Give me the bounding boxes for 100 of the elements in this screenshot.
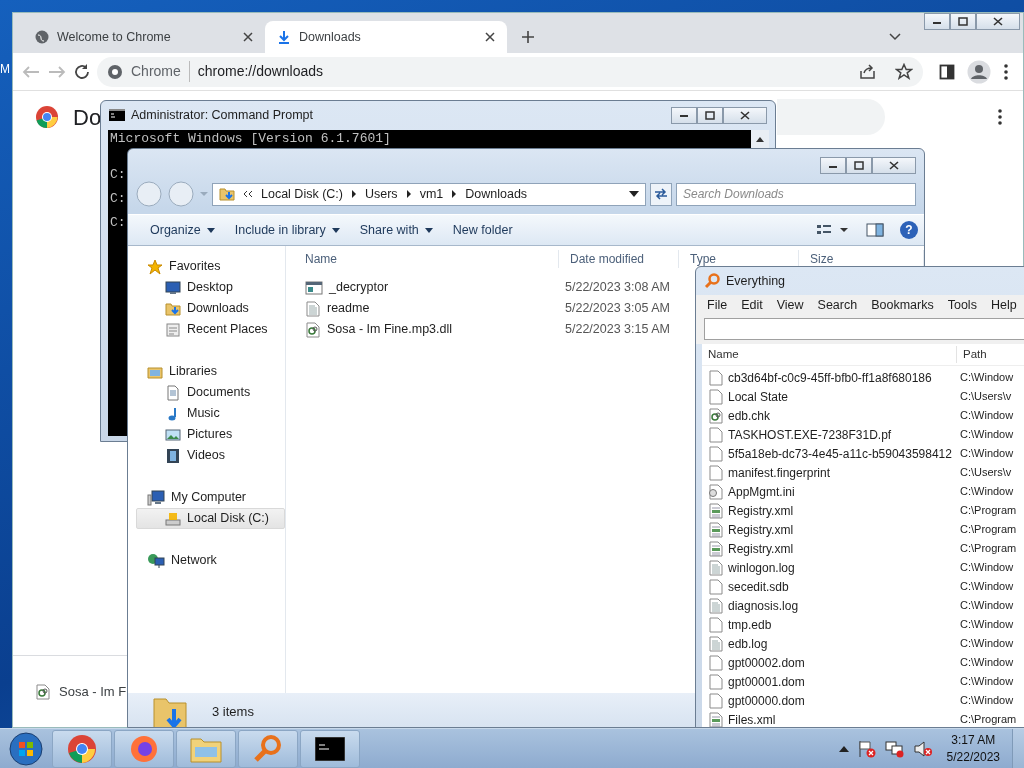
file-name[interactable]: edb.chk xyxy=(728,406,771,425)
file-name[interactable]: diagnosis.log xyxy=(728,596,799,615)
toolbar-button[interactable]: New folder xyxy=(444,216,521,244)
menu-item[interactable]: File xyxy=(700,295,735,315)
file-name[interactable]: _decryptor xyxy=(329,278,389,297)
profile-avatar-icon[interactable] xyxy=(967,59,991,84)
browser-tab[interactable]: Downloads xyxy=(265,21,507,53)
file-name[interactable]: gpt00001.dom xyxy=(728,672,805,691)
maximize-button[interactable] xyxy=(846,157,872,174)
star-outline-icon[interactable] xyxy=(895,62,913,81)
close-icon[interactable] xyxy=(485,32,495,42)
flag-error-icon[interactable] xyxy=(856,739,877,758)
chrome-logo-icon xyxy=(35,105,59,129)
address-bar[interactable]: Local Disk (C:) Users vm1 Downloads xyxy=(212,182,646,206)
download-item-name[interactable]: Sosa - Im F xyxy=(59,681,127,702)
side-panel-icon[interactable] xyxy=(939,63,955,80)
desktop-icon-label[interactable]: M xyxy=(0,60,10,78)
file-name[interactable]: TASKHOST.EXE-7238F31D.pf xyxy=(728,425,892,444)
close-icon[interactable] xyxy=(243,32,253,42)
window-file-icon xyxy=(305,279,323,296)
toolbar-button[interactable]: Organize xyxy=(142,216,223,244)
file-name[interactable]: Registry.xml xyxy=(728,520,794,539)
nav-item[interactable]: Favorites xyxy=(136,256,285,277)
toolbar-button[interactable]: Share with xyxy=(351,216,441,244)
menu-item[interactable]: Tools xyxy=(940,295,984,315)
column-header[interactable]: Name xyxy=(294,250,559,268)
search-field[interactable]: Search Downloads xyxy=(676,182,916,206)
reload-icon[interactable] xyxy=(73,62,91,81)
menu-item[interactable]: Help xyxy=(983,295,1024,315)
clock-time[interactable]: 3:17 AM xyxy=(946,731,1000,749)
share-icon[interactable] xyxy=(859,63,877,80)
file-name[interactable]: gpt00000.dom xyxy=(728,691,805,710)
scroll-up-button[interactable] xyxy=(751,130,769,148)
file-name[interactable]: Registry.xml xyxy=(728,501,794,520)
nav-item[interactable]: Pictures xyxy=(136,424,285,445)
file-name[interactable]: AppMgmt.ini xyxy=(728,482,795,501)
file-name[interactable]: Local State xyxy=(728,387,789,406)
file-name[interactable]: readme xyxy=(327,299,370,318)
nav-item[interactable]: Documents xyxy=(136,382,285,403)
refresh-button[interactable] xyxy=(650,182,672,206)
column-header[interactable]: Path xyxy=(957,345,1024,364)
minimize-button[interactable] xyxy=(820,157,846,174)
file-name[interactable]: edb.log xyxy=(728,634,768,653)
file-name[interactable]: winlogon.log xyxy=(728,558,795,577)
magnifier-icon xyxy=(253,733,283,764)
address-bar[interactable]: Chrome chrome://downloads xyxy=(97,56,923,87)
terminal-icon xyxy=(315,736,345,761)
maximize-button[interactable] xyxy=(950,13,976,30)
chevron-down-icon[interactable] xyxy=(889,33,901,41)
gear-file-icon xyxy=(708,407,724,424)
nav-item[interactable]: Videos xyxy=(136,445,285,466)
nav-item[interactable]: Music xyxy=(136,403,285,424)
file-name[interactable]: Files.xml xyxy=(728,710,776,727)
plus-icon[interactable] xyxy=(521,30,535,44)
nav-item[interactable]: Desktop xyxy=(136,277,285,298)
caret-icon[interactable] xyxy=(629,191,639,197)
file-name[interactable]: cb3d64bf-c0c9-45ff-bfb0-ff1a8f680186 xyxy=(728,368,932,387)
network-error-icon[interactable] xyxy=(884,739,905,758)
menu-item[interactable]: Edit xyxy=(734,295,770,315)
nav-item[interactable]: Local Disk (C:) xyxy=(136,508,285,529)
speaker-muted-icon[interactable] xyxy=(912,739,933,758)
minimize-button[interactable] xyxy=(671,106,697,124)
file-name[interactable]: manifest.fingerprint xyxy=(728,463,831,482)
column-header[interactable]: Date modified xyxy=(559,250,679,268)
menu-item[interactable]: Bookmarks xyxy=(864,295,941,315)
close-button[interactable] xyxy=(976,13,1020,30)
search-field[interactable] xyxy=(777,99,885,135)
file-name[interactable]: gpt00002.dom xyxy=(728,653,805,672)
file-name[interactable]: secedit.sdb xyxy=(728,577,789,596)
nav-item[interactable]: Libraries xyxy=(136,361,285,382)
file-name[interactable]: 5f5a18eb-dc73-4e45-a11c-b59043598412 xyxy=(728,444,952,463)
more-menu-icon[interactable] xyxy=(1003,62,1009,81)
menu-item[interactable]: View xyxy=(769,295,811,315)
clock-date[interactable]: 5/22/2023 xyxy=(946,748,1000,766)
path-cell-text: C:\Window xyxy=(960,655,1015,671)
close-button[interactable] xyxy=(723,106,767,124)
settings-file-icon xyxy=(708,483,724,500)
nav-item[interactable]: Network xyxy=(136,550,285,571)
nav-item[interactable]: My Computer xyxy=(136,487,285,508)
file-icon xyxy=(708,692,724,709)
browser-tab[interactable]: Welcome to Chrome xyxy=(23,21,265,53)
chevron-up-icon[interactable] xyxy=(838,745,849,752)
more-menu-icon[interactable] xyxy=(997,108,1003,126)
nav-item[interactable]: Recent Places xyxy=(136,319,285,340)
preview-pane-icon[interactable] xyxy=(866,223,884,237)
nav-item[interactable]: Downloads xyxy=(136,298,285,319)
maximize-button[interactable] xyxy=(697,106,723,124)
search-field[interactable] xyxy=(704,318,1024,340)
menu-item[interactable]: Search xyxy=(810,295,865,315)
minimize-button[interactable] xyxy=(924,13,950,30)
chrome-logo-icon xyxy=(107,63,123,80)
close-button[interactable] xyxy=(872,157,916,174)
column-header[interactable]: Name xyxy=(702,345,957,364)
file-name[interactable]: Sosa - Im Fine.mp3.dll xyxy=(327,320,453,339)
taskbar-button[interactable] xyxy=(300,729,360,768)
help-icon[interactable]: ? xyxy=(900,221,918,239)
toolbar-button[interactable]: Include in library xyxy=(226,216,348,244)
file-name[interactable]: Registry.xml xyxy=(728,539,794,558)
file-name[interactable]: tmp.edb xyxy=(728,615,772,634)
view-options-icon[interactable] xyxy=(816,223,850,237)
